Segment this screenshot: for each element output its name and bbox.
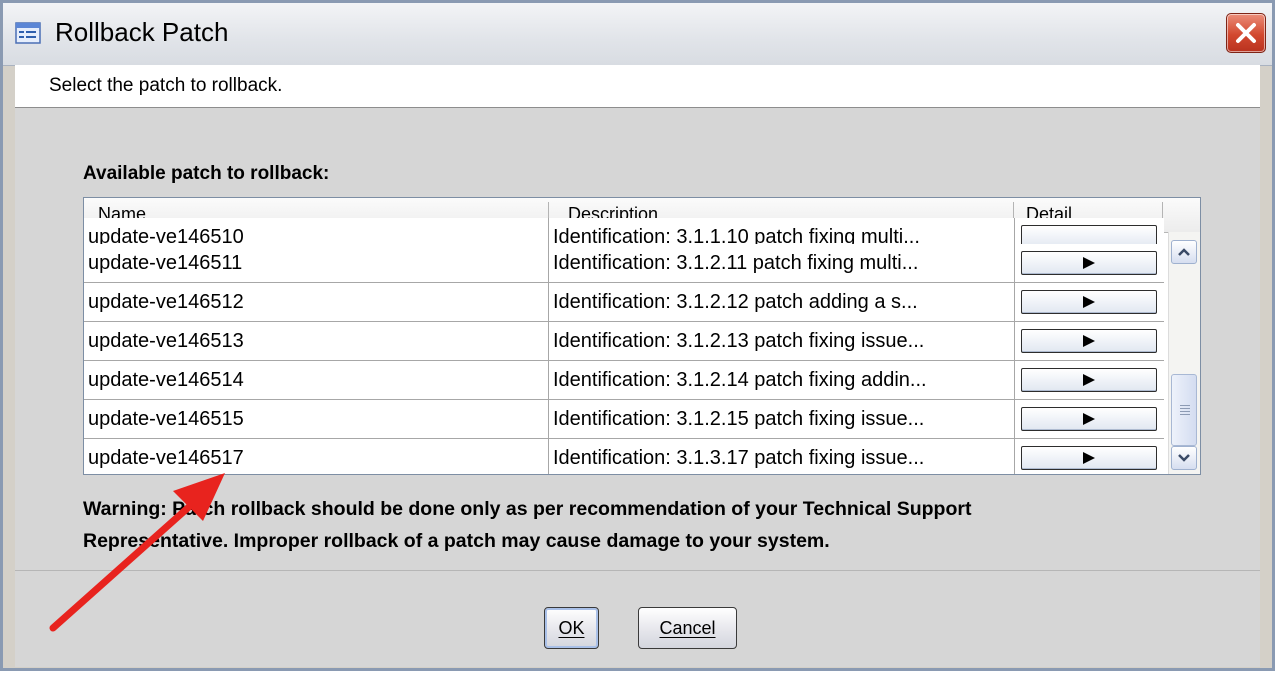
close-button[interactable]	[1226, 13, 1266, 53]
table-row[interactable]: update-ve146512 Identification: 3.1.2.12…	[84, 283, 1164, 322]
play-arrow-icon	[1083, 374, 1095, 386]
patch-description-cell[interactable]: Identification: 3.1.3.17 patch fixing is…	[549, 439, 1015, 474]
window-title: Rollback Patch	[55, 17, 229, 47]
patch-description-cell[interactable]: Identification: 3.1.2.15 patch fixing is…	[549, 400, 1015, 438]
title-bar[interactable]: Rollback Patch	[3, 3, 1272, 66]
grip-line	[1180, 411, 1190, 412]
table-row[interactable]: update-ve146511 Identification: 3.1.2.11…	[84, 244, 1164, 283]
detail-cell	[1015, 400, 1164, 438]
detail-cell	[1015, 361, 1164, 399]
app-icon	[15, 22, 41, 44]
cancel-button-label: Cancel	[659, 618, 716, 638]
play-arrow-icon	[1083, 452, 1095, 464]
table-row[interactable]: update-ve146517 Identification: 3.1.3.17…	[84, 439, 1164, 474]
patch-name-cell[interactable]: update-ve146517	[84, 439, 549, 474]
table-row[interactable]: update-ve146515 Identification: 3.1.2.15…	[84, 400, 1164, 439]
section-title: Available patch to rollback:	[83, 163, 330, 184]
rollback-patch-dialog: Rollback Patch Select the patch to rollb…	[0, 0, 1275, 671]
table-row[interactable]: update-ve146514 Identification: 3.1.2.14…	[84, 361, 1164, 400]
vertical-scrollbar[interactable]	[1168, 232, 1200, 474]
chevron-down-icon	[1178, 454, 1190, 462]
detail-button[interactable]	[1021, 290, 1157, 314]
patch-name-cell[interactable]: update-ve146511	[84, 244, 549, 282]
grip-line	[1180, 408, 1190, 409]
scroll-down-button[interactable]	[1171, 446, 1197, 470]
table-row[interactable]: update-ve146513 Identification: 3.1.2.13…	[84, 322, 1164, 361]
detail-button[interactable]	[1021, 329, 1157, 353]
warning-message: Warning: Patch rollback should be done o…	[83, 493, 1233, 557]
play-arrow-icon	[1083, 413, 1095, 425]
detail-cell	[1015, 283, 1164, 321]
patch-description-cell[interactable]: Identification: 3.1.2.12 patch adding a …	[549, 283, 1015, 321]
detail-cell	[1015, 439, 1164, 474]
patch-table: Name Description Detail update-ve146510 …	[83, 197, 1201, 475]
scroll-up-button[interactable]	[1171, 240, 1197, 264]
ok-button-label: OK	[558, 618, 585, 638]
detail-cell	[1015, 244, 1164, 282]
patch-name-cell[interactable]: update-ve146515	[84, 400, 549, 438]
play-arrow-icon	[1083, 335, 1095, 347]
chevron-up-icon	[1178, 248, 1190, 256]
patch-description-cell[interactable]: Identification: 3.1.2.11 patch fixing mu…	[549, 244, 1015, 282]
patch-description-cell[interactable]: Identification: 3.1.2.14 patch fixing ad…	[549, 361, 1015, 399]
grip-line	[1180, 414, 1190, 415]
detail-cell	[1015, 322, 1164, 360]
cancel-button[interactable]: Cancel	[638, 607, 737, 649]
ok-button[interactable]: OK	[544, 607, 599, 649]
play-arrow-icon	[1083, 257, 1095, 269]
detail-button[interactable]	[1021, 446, 1157, 470]
header-instruction: Select the patch to rollback.	[49, 75, 283, 96]
play-arrow-icon	[1083, 296, 1095, 308]
close-x-icon	[1236, 23, 1256, 43]
patch-name-cell[interactable]: update-ve146514	[84, 361, 549, 399]
warning-line-1: Warning: Patch rollback should be done o…	[83, 498, 972, 520]
detail-button[interactable]	[1021, 251, 1157, 275]
warning-line-2: Representative. Improper rollback of a p…	[83, 530, 830, 552]
patch-name-cell[interactable]: update-ve146512	[84, 283, 549, 321]
scroll-thumb[interactable]	[1171, 374, 1197, 446]
detail-button[interactable]	[1021, 368, 1157, 392]
patch-description-cell[interactable]: Identification: 3.1.2.13 patch fixing is…	[549, 322, 1015, 360]
patch-name-cell[interactable]: update-ve146513	[84, 322, 549, 360]
detail-button[interactable]	[1021, 407, 1157, 431]
grip-line	[1180, 405, 1190, 406]
header-panel: Select the patch to rollback.	[15, 65, 1260, 108]
